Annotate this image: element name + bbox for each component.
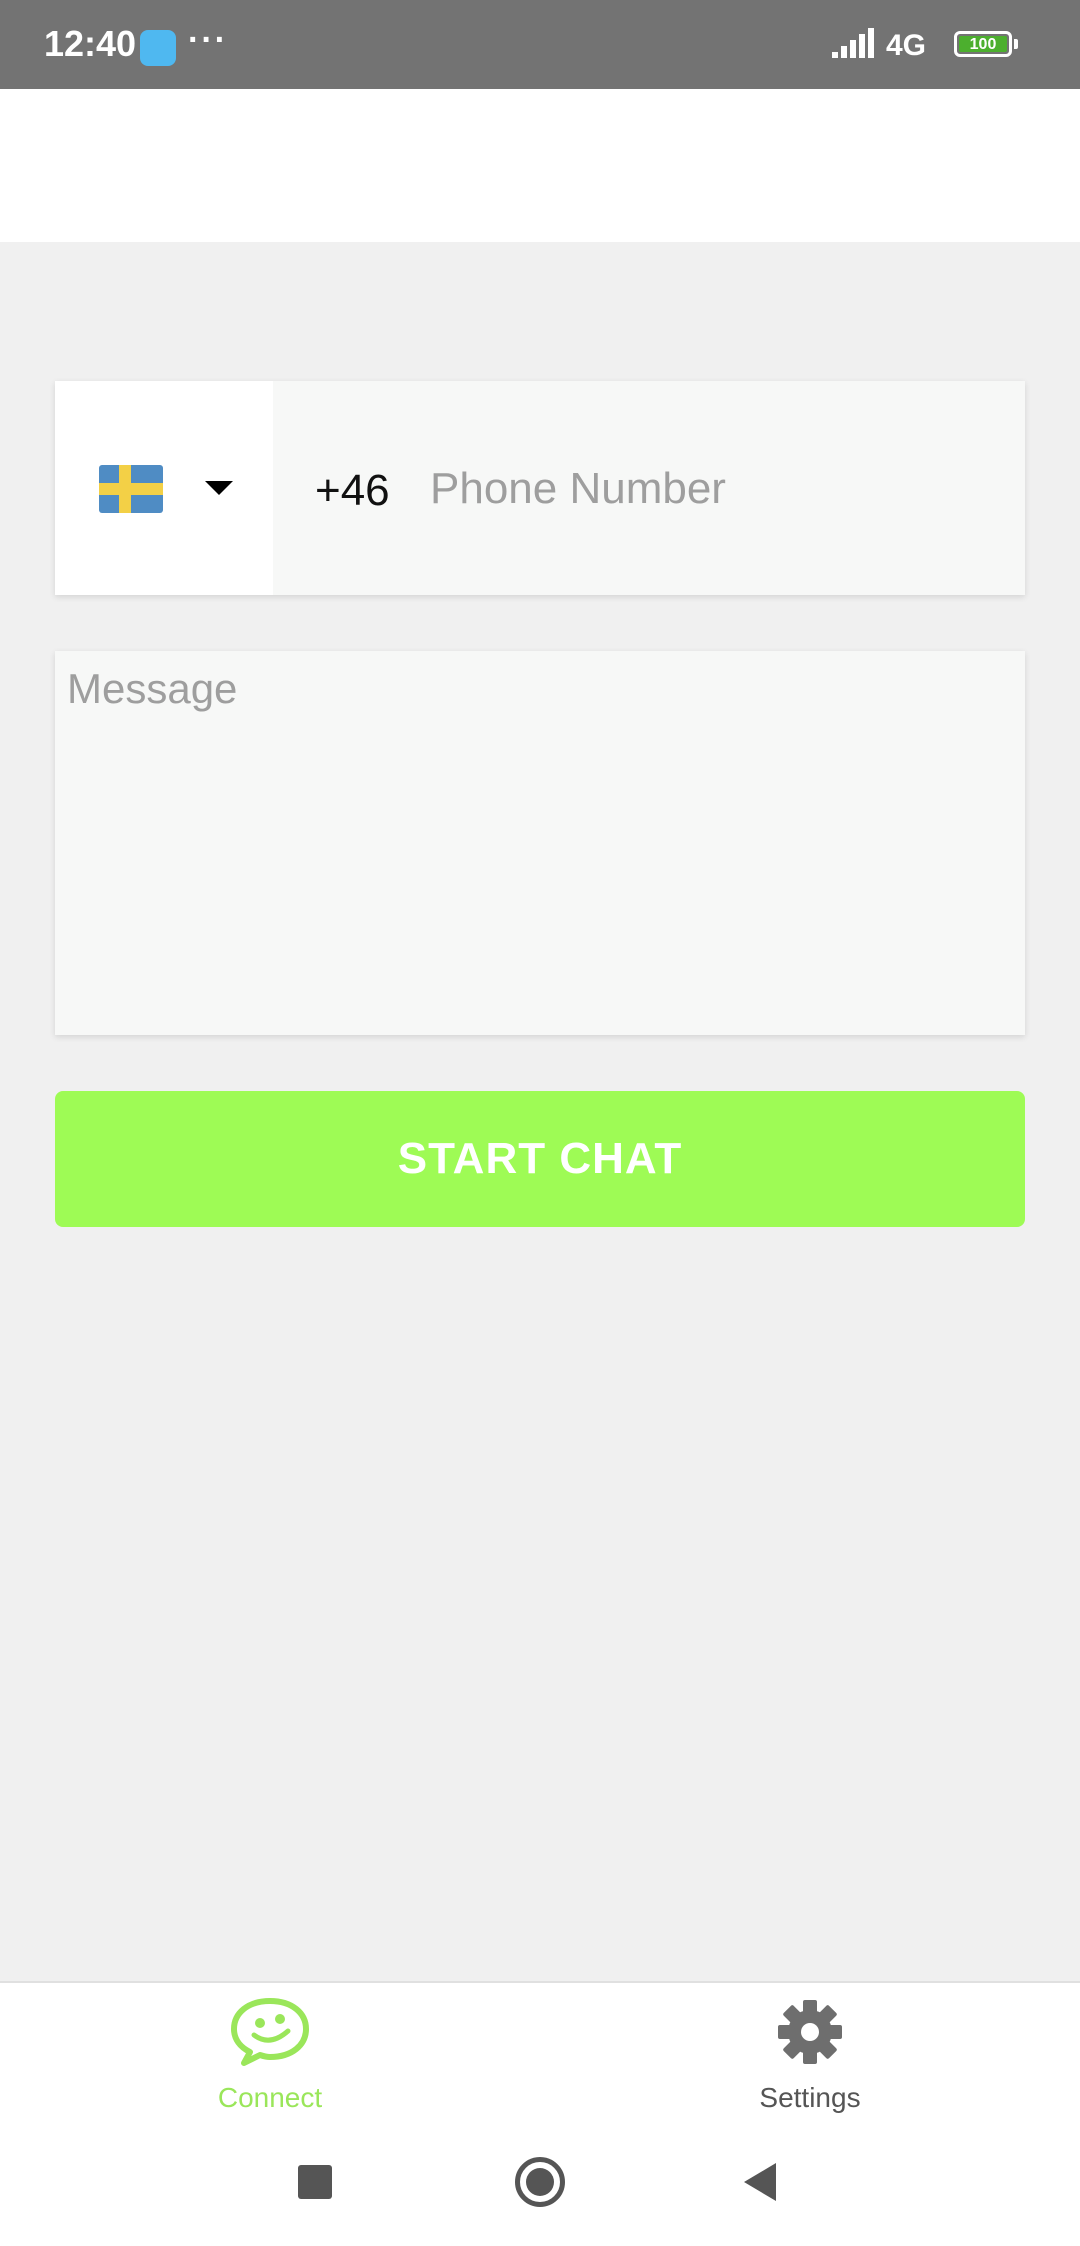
nav-item-connect[interactable]: Connect xyxy=(0,1983,540,2117)
recents-square-icon[interactable] xyxy=(298,2165,332,2199)
app-bar xyxy=(0,89,1080,242)
nav-label-connect: Connect xyxy=(217,2082,323,2113)
more-notifications-icon: ··· xyxy=(188,21,228,59)
start-chat-button[interactable]: START CHAT xyxy=(55,1091,1025,1227)
gear-icon xyxy=(778,2000,842,2064)
nav-item-settings[interactable]: Settings xyxy=(540,1983,1080,2117)
battery-tip xyxy=(1014,39,1018,49)
dropdown-arrow-icon xyxy=(205,481,233,495)
sweden-flag-icon xyxy=(99,465,163,513)
battery-level: 100 xyxy=(959,36,1007,53)
notification-app-icon xyxy=(140,30,176,66)
home-circle-icon[interactable] xyxy=(515,2157,565,2207)
network-type: 4G xyxy=(886,29,927,62)
message-input[interactable] xyxy=(55,651,1025,1035)
signal-strength-icon xyxy=(832,28,874,58)
chat-bubble-smile-icon xyxy=(231,1998,309,2066)
bottom-navigation: Connect Settings xyxy=(0,1981,1080,2117)
status-bar: 12:40 ··· 4G 100 xyxy=(0,0,1080,89)
battery-icon: 100 xyxy=(954,31,1012,57)
back-triangle-icon[interactable] xyxy=(744,2163,776,2201)
status-time: 12:40 xyxy=(44,23,137,64)
country-picker[interactable] xyxy=(55,381,273,595)
dial-code: +46 xyxy=(315,466,390,515)
system-navigation-bar xyxy=(0,2117,1080,2246)
nav-label-settings: Settings xyxy=(759,2082,861,2113)
phone-number-input[interactable] xyxy=(418,452,1022,526)
